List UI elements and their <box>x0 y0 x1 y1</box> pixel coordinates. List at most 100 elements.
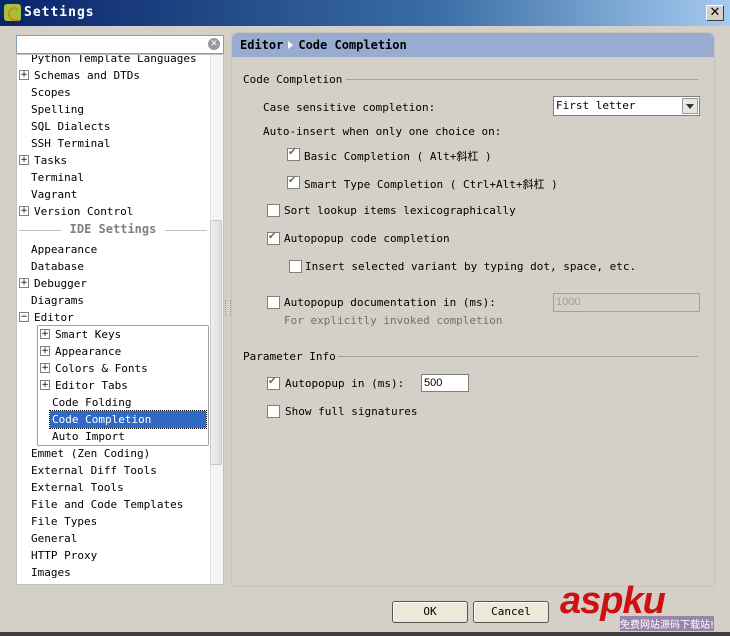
window-bottom-border <box>0 632 730 636</box>
case-sensitive-value: First letter <box>556 99 636 112</box>
watermark-tagline: 免费网站源码下载站! <box>620 616 715 631</box>
autopopup-documentation-checkbox[interactable] <box>267 296 280 309</box>
autopopup-documentation-label: Autopopup documentation in (ms): <box>284 296 496 309</box>
insert-selected-variant-checkbox[interactable] <box>289 260 302 273</box>
tree-item-label: Images <box>31 566 71 579</box>
tree-item-label: External Tools <box>31 481 124 494</box>
expand-icon[interactable]: + <box>19 206 29 216</box>
tree-item-label: Schemas and DTDs <box>34 69 140 82</box>
tree-item-label: HTTP Proxy <box>31 549 98 562</box>
breadcrumb-arrow-icon <box>288 41 294 49</box>
autopopup-documentation-delay-input[interactable]: 1000 <box>553 293 700 312</box>
expand-icon[interactable]: + <box>19 155 29 165</box>
tree-item-label: External Diff Tools <box>31 464 157 477</box>
tree-scrollbar-thumb[interactable] <box>210 220 222 465</box>
tree-item-tasks[interactable]: + Tasks <box>19 152 67 169</box>
tree-item-general[interactable]: General <box>31 530 77 547</box>
tree-item-http-proxy[interactable]: HTTP Proxy <box>31 547 97 564</box>
tree-item-vagrant[interactable]: Vagrant <box>31 186 77 203</box>
tree-item-sql-dialects[interactable]: SQL Dialects <box>31 118 110 135</box>
title-bar: Settings ✕ <box>0 0 730 26</box>
auto-insert-label: Auto-insert when only one choice on: <box>263 125 502 138</box>
expand-icon[interactable]: + <box>40 380 50 390</box>
tree-item-ssh-terminal[interactable]: SSH Terminal <box>31 135 110 152</box>
tree-scrollbar[interactable] <box>210 55 223 584</box>
tree-item-python-template-languages[interactable]: Python Template Languages <box>31 55 197 67</box>
settings-search-input[interactable]: ✕ <box>16 35 224 54</box>
tree-item-editor-tabs[interactable]: + Editor Tabs <box>40 377 128 394</box>
show-full-signatures-checkbox[interactable] <box>267 405 280 418</box>
tree-item-label: SQL Dialects <box>31 120 111 133</box>
tree-item-emmet[interactable]: Emmet (Zen Coding) <box>31 445 150 462</box>
tree-item-label: Diagrams <box>31 294 84 307</box>
tree-item-debugger[interactable]: + Debugger <box>19 275 87 292</box>
smart-type-completion-checkbox[interactable] <box>287 175 300 189</box>
tree-item-schemas-and-dtds[interactable]: + Schemas and DTDs <box>19 67 140 84</box>
tree-item-label: Appearance <box>55 345 122 358</box>
clear-search-icon[interactable]: ✕ <box>208 38 220 50</box>
tree-item-file-code-templates[interactable]: File and Code Templates <box>31 496 183 513</box>
tree-item-editor[interactable]: − Editor <box>19 309 74 326</box>
tree-item-code-folding[interactable]: Code Folding <box>52 394 131 411</box>
expand-icon[interactable]: + <box>19 70 29 80</box>
tree-item-auto-import[interactable]: Auto Import <box>52 428 125 445</box>
tree-item-images[interactable]: Images <box>31 564 71 581</box>
case-sensitive-label: Case sensitive completion: <box>263 101 436 114</box>
ide-settings-section-header: IDE Settings <box>19 222 207 239</box>
tree-item-label: File and Code Templates <box>31 498 184 511</box>
parameter-info-group-title: Parameter Info <box>243 350 336 363</box>
collapse-icon[interactable]: − <box>19 312 29 322</box>
tree-item-terminal[interactable]: Terminal <box>31 169 84 186</box>
expand-icon[interactable]: + <box>40 346 50 356</box>
tree-item-database[interactable]: Database <box>31 258 84 275</box>
close-button[interactable]: ✕ <box>706 5 724 21</box>
case-sensitive-dropdown[interactable]: First letter <box>553 96 700 116</box>
basic-completion-checkbox[interactable] <box>287 147 300 161</box>
parameter-autopopup-delay-input[interactable]: 500 <box>421 374 469 392</box>
tree-item-external-diff-tools[interactable]: External Diff Tools <box>31 462 157 479</box>
breadcrumb-code-completion: Code Completion <box>298 38 407 52</box>
tree-item-label: File Types <box>31 515 98 528</box>
tree-item-file-types[interactable]: File Types <box>31 513 97 530</box>
cancel-button[interactable]: Cancel <box>473 601 549 623</box>
insert-selected-variant-label: Insert selected variant by typing dot, s… <box>305 260 637 273</box>
settings-panel: Editor Code Completion Code Completion Ca… <box>231 32 715 587</box>
tree-item-scopes[interactable]: Scopes <box>31 84 71 101</box>
tree-item-label: Smart Keys <box>55 328 122 341</box>
tree-item-label: Auto Import <box>52 430 125 443</box>
expand-icon[interactable]: + <box>19 278 29 288</box>
tree-item-label: Colors & Fonts <box>55 362 148 375</box>
pycharm-app-icon <box>4 4 21 21</box>
tree-item-appearance[interactable]: Appearance <box>31 241 97 258</box>
tree-item-label: Emmet (Zen Coding) <box>31 447 151 460</box>
breadcrumb-editor: Editor <box>240 38 284 52</box>
panel-header: Editor Code Completion <box>232 33 714 57</box>
editor-subtree: + Smart Keys + Appearance + Colors & Fonts … <box>37 325 209 446</box>
tree-item-colors-fonts[interactable]: + Colors & Fonts <box>40 360 148 377</box>
tree-item-code-completion[interactable]: Code Completion <box>49 410 207 429</box>
parameter-autopopup-label: Autopopup in (ms): <box>285 377 405 390</box>
tree-item-label: Terminal <box>31 171 84 184</box>
group-divider <box>346 79 698 80</box>
sort-lexicographically-checkbox[interactable] <box>267 204 280 217</box>
tree-item-label: Debugger <box>34 277 87 290</box>
documentation-hint: For explicitly invoked completion <box>284 314 503 327</box>
chevron-down-icon[interactable] <box>682 98 698 114</box>
expand-icon[interactable]: + <box>40 329 50 339</box>
parameter-autopopup-checkbox[interactable] <box>267 376 280 390</box>
tree-item-editor-appearance[interactable]: + Appearance <box>40 343 121 360</box>
tree-item-spelling[interactable]: Spelling <box>31 101 84 118</box>
autopopup-code-completion-checkbox[interactable] <box>267 231 280 245</box>
tree-item-version-control[interactable]: + Version Control <box>19 203 133 220</box>
expand-icon[interactable]: + <box>40 363 50 373</box>
tree-item-label: Editor Tabs <box>55 379 128 392</box>
autopopup-code-completion-label: Autopopup code completion <box>284 232 450 245</box>
tree-item-label: Editor <box>34 311 74 324</box>
tree-item-diagrams[interactable]: Diagrams <box>31 292 84 309</box>
tree-item-external-tools[interactable]: External Tools <box>31 479 124 496</box>
show-full-signatures-label: Show full signatures <box>285 405 418 418</box>
tree-item-label: Code Completion <box>52 413 152 426</box>
ok-button[interactable]: OK <box>392 601 468 623</box>
tree-item-smart-keys[interactable]: + Smart Keys <box>40 326 121 343</box>
settings-tree[interactable]: Python Template Languages + Schemas and D… <box>16 54 224 585</box>
